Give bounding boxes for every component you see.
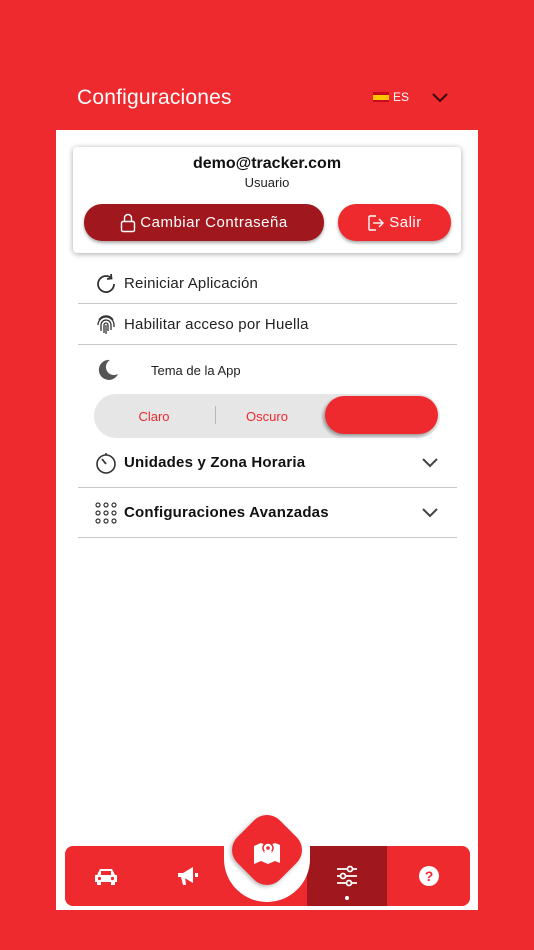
- stopwatch-icon: [96, 452, 116, 474]
- advanced-settings-label: Configuraciones Avanzadas: [124, 504, 329, 521]
- user-role: Usuario: [244, 175, 290, 190]
- units-timezone-row[interactable]: Unidades y Zona Horaria: [78, 438, 457, 488]
- chevron-down-icon[interactable]: [431, 92, 449, 104]
- change-password-button[interactable]: Cambiar Contraseña: [84, 204, 324, 241]
- car-icon: [95, 869, 117, 885]
- chevron-down-icon: [422, 507, 438, 517]
- fingerprint-label: Habilitar acceso por Huella: [124, 315, 309, 333]
- theme-option-selected[interactable]: [325, 396, 438, 434]
- logout-label: Salir: [389, 214, 422, 231]
- svg-text:?: ?: [424, 868, 433, 884]
- units-timezone-label: Unidades y Zona Horaria: [124, 454, 306, 471]
- advanced-settings-row[interactable]: Configuraciones Avanzadas: [78, 488, 457, 538]
- moon-icon: [98, 359, 118, 380]
- logout-icon: [368, 214, 385, 231]
- tab-help[interactable]: ?: [387, 846, 470, 906]
- user-email: demo@tracker.com: [192, 155, 342, 172]
- theme-row: Tema de la App: [78, 350, 457, 390]
- logout-button[interactable]: Salir: [338, 204, 451, 241]
- map-icon: [254, 842, 280, 864]
- language-selector[interactable]: ES: [373, 90, 409, 104]
- restart-app-label: Reiniciar Aplicación: [124, 275, 259, 292]
- sliders-icon: [337, 865, 357, 887]
- dots-grid-icon: [95, 501, 117, 524]
- active-tab-indicator: [345, 896, 349, 900]
- lock-icon: [121, 213, 136, 232]
- fingerprint-icon: [97, 315, 115, 334]
- tab-vehicles[interactable]: [65, 846, 147, 906]
- change-password-label: Cambiar Contraseña: [140, 214, 288, 231]
- megaphone-icon: [178, 867, 198, 885]
- theme-option-dark[interactable]: Oscuro: [212, 394, 322, 438]
- theme-segmented-control: Claro Oscuro: [94, 394, 440, 438]
- language-code: ES: [393, 90, 410, 104]
- spain-flag-icon: [373, 92, 389, 102]
- fingerprint-row[interactable]: Habilitar acceso por Huella: [78, 304, 457, 345]
- user-card: demo@tracker.com Usuario Cambiar Contras…: [73, 147, 461, 253]
- tab-alerts[interactable]: [147, 846, 229, 906]
- refresh-icon: [97, 273, 115, 293]
- restart-app-row[interactable]: Reiniciar Aplicación: [78, 264, 457, 304]
- theme-label: Tema de la App: [151, 362, 241, 378]
- help-icon: ?: [418, 866, 439, 886]
- theme-option-light[interactable]: Claro: [94, 394, 214, 438]
- page-title: Configuraciones: [77, 86, 232, 109]
- tab-settings[interactable]: [307, 846, 387, 906]
- chevron-down-icon: [422, 457, 438, 467]
